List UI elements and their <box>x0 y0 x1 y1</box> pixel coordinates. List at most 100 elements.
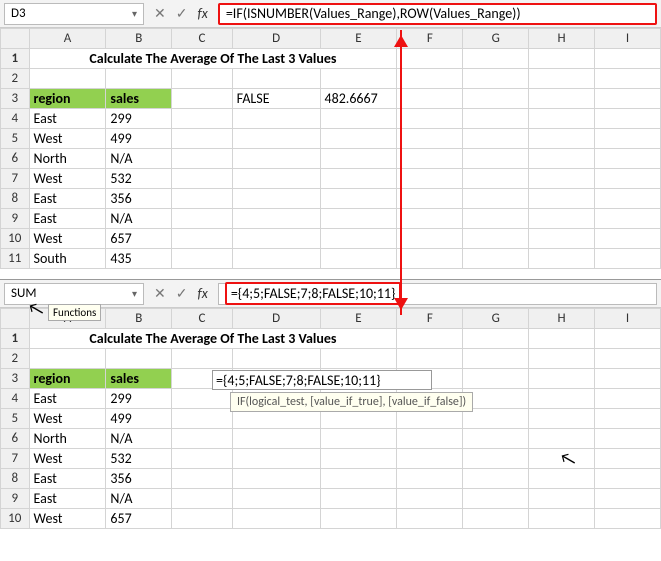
cell[interactable] <box>232 149 320 169</box>
cell[interactable] <box>529 49 595 69</box>
cell[interactable] <box>529 349 595 369</box>
row-hdr[interactable]: 9 <box>1 489 30 509</box>
cell[interactable] <box>232 469 320 489</box>
header-region[interactable]: region <box>29 369 106 389</box>
cell[interactable] <box>172 129 232 149</box>
cell[interactable] <box>232 489 320 509</box>
cell[interactable] <box>232 509 320 529</box>
table-row[interactable]: 5West499 <box>1 129 661 149</box>
fx-icon[interactable]: fx <box>197 5 207 22</box>
cell[interactable] <box>397 109 463 129</box>
cell[interactable] <box>397 49 463 69</box>
cell[interactable] <box>463 429 529 449</box>
cell[interactable] <box>232 129 320 149</box>
cell[interactable]: N/A <box>106 489 172 509</box>
cell[interactable] <box>106 349 172 369</box>
cell[interactable] <box>595 369 661 389</box>
cell[interactable] <box>320 449 397 469</box>
col-hdr[interactable]: B <box>106 309 172 329</box>
cell[interactable]: 435 <box>106 249 172 269</box>
table-row[interactable]: 10West657 <box>1 509 661 529</box>
cell[interactable] <box>320 149 397 169</box>
cell[interactable]: N/A <box>106 209 172 229</box>
cell[interactable] <box>397 129 463 149</box>
cell[interactable] <box>463 349 529 369</box>
row-hdr[interactable]: 6 <box>1 429 30 449</box>
cell[interactable] <box>595 509 661 529</box>
row-hdr[interactable]: 6 <box>1 149 30 169</box>
cell[interactable]: N/A <box>106 429 172 449</box>
cell[interactable] <box>172 349 232 369</box>
cell[interactable] <box>595 189 661 209</box>
cell[interactable] <box>172 489 232 509</box>
table-row[interactable]: 9EastN/A <box>1 209 661 229</box>
cell[interactable]: 532 <box>106 449 172 469</box>
table-row[interactable]: 2 <box>1 349 661 369</box>
cell[interactable] <box>529 109 595 129</box>
cell[interactable]: East <box>29 389 106 409</box>
col-hdr[interactable]: G <box>463 29 529 49</box>
col-hdr[interactable]: E <box>320 29 397 49</box>
cell[interactable] <box>320 129 397 149</box>
cell[interactable] <box>320 249 397 269</box>
cell[interactable] <box>529 329 595 349</box>
cell[interactable] <box>529 229 595 249</box>
cell[interactable] <box>463 149 529 169</box>
cell[interactable] <box>232 209 320 229</box>
row-hdr[interactable]: 3 <box>1 89 30 109</box>
table-row[interactable]: 8East356 <box>1 469 661 489</box>
cell[interactable] <box>232 69 320 89</box>
cell[interactable] <box>29 349 106 369</box>
cell[interactable]: 657 <box>106 229 172 249</box>
cell[interactable] <box>463 249 529 269</box>
col-hdr[interactable]: H <box>529 309 595 329</box>
cell[interactable] <box>172 389 232 409</box>
cell[interactable] <box>529 89 595 109</box>
cell[interactable] <box>320 189 397 209</box>
cell[interactable] <box>232 189 320 209</box>
cell[interactable] <box>529 209 595 229</box>
row-hdr[interactable]: 7 <box>1 169 30 189</box>
cell[interactable] <box>529 149 595 169</box>
row-hdr[interactable]: 1 <box>1 329 30 349</box>
table-row[interactable]: 1 Calculate The Average Of The Last 3 Va… <box>1 329 661 349</box>
header-region[interactable]: region <box>29 89 106 109</box>
cancel-icon[interactable]: ✕ <box>154 5 166 22</box>
cell[interactable] <box>463 69 529 89</box>
cell[interactable] <box>595 209 661 229</box>
cell[interactable] <box>320 109 397 129</box>
cell[interactable] <box>529 369 595 389</box>
row-hdr[interactable]: 5 <box>1 129 30 149</box>
cell[interactable] <box>529 249 595 269</box>
row-hdr[interactable]: 10 <box>1 229 30 249</box>
cell[interactable] <box>320 69 397 89</box>
cell[interactable] <box>595 449 661 469</box>
cell-edit-overlay[interactable]: ={4;5;FALSE;7;8;FALSE;10;11} <box>212 370 432 390</box>
cell[interactable] <box>463 189 529 209</box>
column-header-row[interactable]: A B C D E F G H I <box>1 29 661 49</box>
cell[interactable] <box>172 89 232 109</box>
cell[interactable] <box>232 249 320 269</box>
row-hdr[interactable]: 3 <box>1 369 30 389</box>
cell[interactable] <box>463 329 529 349</box>
cell[interactable] <box>463 469 529 489</box>
cell[interactable] <box>463 89 529 109</box>
cell[interactable] <box>172 149 232 169</box>
cell[interactable] <box>595 349 661 369</box>
cell[interactable]: West <box>29 509 106 529</box>
cell[interactable] <box>529 389 595 409</box>
cell[interactable] <box>595 149 661 169</box>
cell[interactable] <box>172 509 232 529</box>
col-hdr[interactable]: D <box>232 309 320 329</box>
header-sales[interactable]: sales <box>106 89 172 109</box>
row-hdr[interactable]: 7 <box>1 449 30 469</box>
cell[interactable] <box>463 369 529 389</box>
cell[interactable] <box>172 249 232 269</box>
name-box[interactable]: D3 ▾ <box>4 3 144 25</box>
cell[interactable] <box>320 489 397 509</box>
cell[interactable] <box>232 449 320 469</box>
cell[interactable]: 299 <box>106 389 172 409</box>
cell[interactable] <box>232 229 320 249</box>
cell[interactable] <box>320 349 397 369</box>
cell[interactable] <box>29 69 106 89</box>
